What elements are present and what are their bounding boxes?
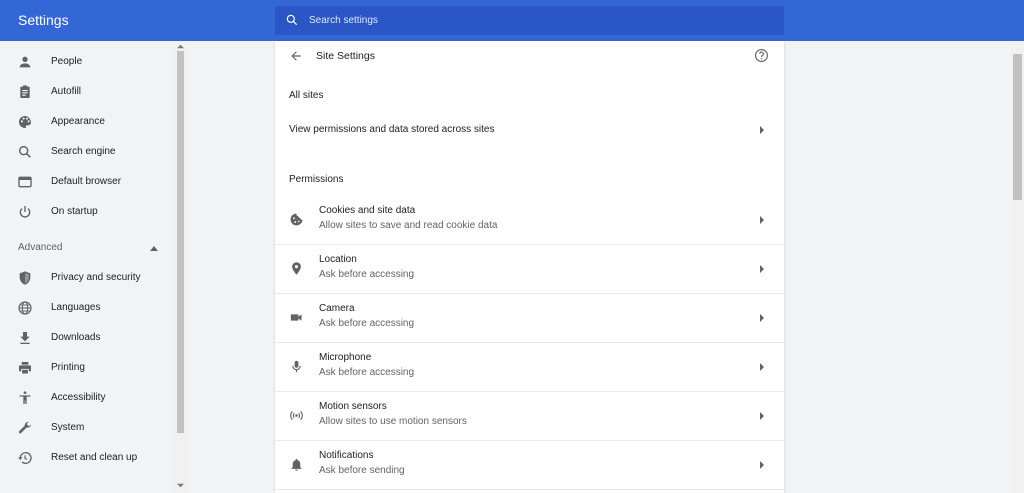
sidebar-item-people[interactable]: People	[0, 47, 174, 77]
chevron-right-icon	[760, 314, 764, 322]
advanced-label: Advanced	[18, 242, 63, 253]
sidebar-item-label: Accessibility	[51, 392, 106, 403]
accessibility-icon	[19, 391, 31, 404]
site-settings-card: Site Settings All sites View permissions…	[275, 41, 784, 493]
sidebar-item-accessibility[interactable]: Accessibility	[0, 383, 174, 413]
search-box[interactable]	[275, 6, 784, 35]
permission-desc: Ask before accessing	[319, 269, 415, 280]
chevron-right-icon	[760, 412, 764, 420]
sidebar-item-default-browser[interactable]: Default browser	[0, 167, 174, 197]
permission-name: Microphone	[319, 352, 372, 363]
scroll-up-arrow-icon[interactable]	[177, 43, 184, 50]
camera-icon	[290, 314, 302, 321]
app-title: Settings	[18, 12, 69, 28]
caret-up-icon	[150, 246, 158, 251]
permission-name: Camera	[319, 303, 355, 314]
sidebar-item-label: Reset and clean up	[51, 452, 138, 463]
wrench-icon	[18, 421, 31, 434]
search-icon	[286, 14, 298, 26]
sidebar-item-privacy[interactable]: Privacy and security	[0, 263, 174, 293]
permission-name: Motion sensors	[319, 401, 387, 412]
sidebar: People Autofill Appearance Search engine…	[0, 41, 187, 493]
top-bar: Settings	[0, 0, 1024, 41]
sidebar-item-reset[interactable]: Reset and clean up	[0, 443, 174, 473]
permission-name: Cookies and site data	[319, 205, 416, 216]
permission-row-cookies[interactable]: Cookies and site data Allow sites to sav…	[275, 196, 784, 245]
palette-icon	[19, 116, 31, 128]
sidebar-item-label: Printing	[51, 362, 85, 373]
help-icon[interactable]	[754, 48, 769, 63]
search-icon	[18, 145, 31, 158]
sidebar-item-label: Autofill	[51, 86, 82, 97]
shield-icon	[19, 271, 31, 285]
advanced-toggle[interactable]: Advanced	[0, 237, 174, 259]
chevron-right-icon	[760, 265, 764, 273]
sidebar-item-downloads[interactable]: Downloads	[0, 323, 174, 353]
location-icon	[292, 262, 301, 275]
permission-row-notifications[interactable]: Notifications Ask before sending	[275, 441, 784, 490]
permission-desc: Ask before accessing	[319, 367, 415, 378]
sensors-icon	[290, 411, 303, 420]
permissions-heading: Permissions	[289, 174, 344, 185]
permission-row-motion-sensors[interactable]: Motion sensors Allow sites to use motion…	[275, 392, 784, 441]
chevron-right-icon	[760, 461, 764, 469]
all-sites-heading: All sites	[289, 90, 324, 101]
sidebar-item-on-startup[interactable]: On startup	[0, 197, 174, 227]
permission-row-camera[interactable]: Camera Ask before accessing	[275, 294, 784, 343]
permission-desc: Allow sites to save and read cookie data	[319, 220, 498, 231]
printer-icon	[19, 362, 31, 375]
microphone-icon	[292, 360, 301, 373]
all-sites-link[interactable]: View permissions and data stored across …	[275, 117, 784, 143]
person-icon	[19, 56, 31, 68]
permission-row-microphone[interactable]: Microphone Ask before accessing	[275, 343, 784, 392]
sidebar-item-languages[interactable]: Languages	[0, 293, 174, 323]
download-icon	[20, 332, 30, 344]
sidebar-scrollbar[interactable]	[174, 41, 187, 493]
sidebar-item-label: Languages	[51, 302, 101, 313]
browser-icon	[18, 176, 32, 188]
scroll-down-arrow-icon[interactable]	[177, 482, 184, 489]
restore-icon	[18, 452, 32, 464]
sidebar-scroll-thumb[interactable]	[177, 51, 184, 433]
sidebar-item-label: On startup	[51, 206, 98, 217]
back-arrow-icon[interactable]	[289, 49, 303, 63]
sidebar-item-printing[interactable]: Printing	[0, 353, 174, 383]
permission-name: Notifications	[319, 450, 374, 461]
sidebar-item-appearance[interactable]: Appearance	[0, 107, 174, 137]
all-sites-link-label: View permissions and data stored across …	[289, 124, 495, 135]
sidebar-item-search-engine[interactable]: Search engine	[0, 137, 174, 167]
sidebar-item-label: Appearance	[51, 116, 105, 127]
permission-desc: Allow sites to use motion sensors	[319, 416, 467, 427]
permission-desc: Ask before sending	[319, 465, 405, 476]
main-scroll-thumb[interactable]	[1013, 54, 1022, 200]
sidebar-item-label: People	[51, 56, 83, 67]
sidebar-item-label: Default browser	[51, 176, 122, 187]
permission-desc: Ask before accessing	[319, 318, 415, 329]
search-input[interactable]	[309, 6, 769, 35]
sidebar-item-label: Search engine	[51, 146, 116, 157]
sidebar-item-label: Privacy and security	[51, 272, 141, 283]
cookie-icon	[290, 213, 303, 226]
card-header: Site Settings	[275, 41, 784, 71]
chevron-right-icon	[760, 363, 764, 371]
sidebar-item-label: System	[51, 422, 85, 433]
permission-name: Location	[319, 254, 357, 265]
page-title: Site Settings	[316, 50, 375, 62]
bell-icon	[291, 458, 302, 471]
chevron-right-icon	[760, 126, 764, 134]
sidebar-item-system[interactable]: System	[0, 413, 174, 443]
chevron-right-icon	[760, 216, 764, 224]
permission-row-location[interactable]: Location Ask before accessing	[275, 245, 784, 294]
sidebar-item-autofill[interactable]: Autofill	[0, 77, 174, 107]
globe-icon	[18, 301, 32, 315]
main-scrollbar[interactable]	[1011, 41, 1024, 493]
sidebar-item-label: Downloads	[51, 332, 101, 343]
clipboard-icon	[20, 85, 30, 98]
power-icon	[19, 206, 31, 218]
